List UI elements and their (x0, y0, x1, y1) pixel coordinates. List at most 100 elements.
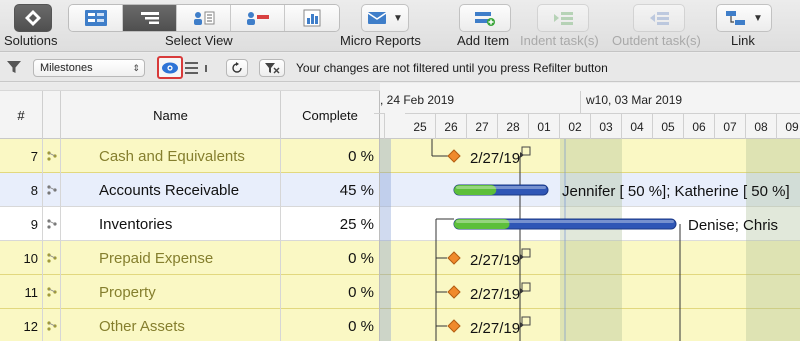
clear-filter-button[interactable] (259, 59, 285, 77)
add-item-button[interactable] (459, 4, 511, 32)
resource-assignment-label: Jennifer [ 50 %]; Katherine [ 50 %] (562, 183, 790, 200)
filter-select[interactable]: Milestones ⇕ (33, 59, 145, 77)
solutions-group (14, 4, 52, 32)
main-toolbar: Solutions Select View ▼ Micro Reports Ad… (0, 0, 800, 52)
week-label-2: w10, 03 Mar 2019 (586, 93, 683, 107)
app-window: Solutions Select View ▼ Micro Reports Ad… (0, 0, 800, 341)
refilter-button[interactable] (226, 59, 248, 77)
task-name-cell[interactable]: Inventories (61, 207, 281, 241)
micro-reports-group: ▼ (361, 4, 409, 32)
drag-handle-icon (46, 253, 57, 263)
table-row[interactable]: 7 Cash and Equivalents 0 % (0, 139, 380, 173)
task-name-cell[interactable]: Accounts Receivable (61, 173, 281, 207)
row-indicator[interactable] (43, 241, 61, 275)
timescale-day: 27 (467, 113, 498, 139)
chevron-down-icon: ▼ (753, 12, 763, 24)
indent-button[interactable] (537, 4, 589, 32)
table-row[interactable]: 12 Other Assets 0 % (0, 309, 380, 341)
milestone-diamond[interactable] (447, 285, 461, 299)
timescale-day: 09 (777, 113, 800, 139)
complete-cell[interactable]: 0 % (281, 275, 380, 309)
table-header: # Name Complete (0, 83, 380, 139)
row-indicator[interactable] (43, 309, 61, 341)
header-name[interactable]: Name (61, 91, 281, 139)
micro-reports-button[interactable]: ▼ (361, 4, 409, 32)
filter-select-value: Milestones (40, 62, 93, 74)
select-view-group (68, 4, 340, 32)
complete-cell[interactable]: 0 % (281, 241, 380, 275)
hierarchy-toggle[interactable] (184, 60, 214, 81)
view-resource-usage-button[interactable] (231, 5, 285, 31)
timescale-day: 07 (715, 113, 746, 139)
table-row[interactable]: 10 Prepaid Expense 0 % (0, 241, 380, 275)
task-name-cell[interactable]: Other Assets (61, 309, 281, 341)
task-name-cell[interactable]: Prepaid Expense (61, 241, 281, 275)
complete-cell[interactable]: 25 % (281, 207, 380, 241)
select-view-label: Select View (165, 33, 233, 48)
table-row[interactable]: 9 Inventories 25 % (0, 207, 380, 241)
timescale-day: 02 (560, 113, 591, 139)
row-indicator[interactable] (43, 275, 61, 309)
drag-handle-icon (46, 219, 57, 229)
solutions-button[interactable] (14, 4, 52, 32)
timescale-day: 08 (746, 113, 777, 139)
row-indicator[interactable] (43, 207, 61, 241)
link-button[interactable]: ▼ (716, 4, 772, 32)
outdent-icon (650, 12, 669, 25)
header-num[interactable]: # (0, 91, 43, 139)
note-icon (521, 316, 531, 326)
complete-cell[interactable]: 0 % (281, 139, 380, 173)
note-icon (521, 248, 531, 258)
timescale-day: 26 (436, 113, 467, 139)
resource-sheet-icon (193, 11, 214, 25)
complete-cell[interactable]: 0 % (281, 309, 380, 341)
note-icon (521, 282, 531, 292)
link-label: Link (731, 33, 755, 48)
row-number: 11 (0, 275, 43, 309)
resource-assignment-label: Denise; Chris (688, 217, 778, 234)
drag-handle-icon (46, 185, 57, 195)
indent-icon (554, 12, 573, 25)
add-item-group (459, 4, 511, 32)
gantt-chart-area: 2/27/19 2/27/19 2/27/19 2/27/19 Jennifer [ 5… (380, 139, 800, 341)
milestone-date-label: 2/27/19 (470, 150, 520, 167)
link-icon (726, 11, 746, 25)
header-complete[interactable]: Complete (281, 91, 380, 139)
task-name-cell[interactable]: Property (61, 275, 281, 309)
timescale-day: 25 (405, 113, 436, 139)
envelope-icon (367, 12, 387, 24)
outdent-button[interactable] (633, 4, 685, 32)
filter-icon[interactable] (6, 59, 22, 75)
header-icon-col[interactable] (43, 91, 61, 139)
gantt-view-icon (84, 10, 107, 26)
week-divider (580, 91, 581, 113)
view-resources-button[interactable] (177, 5, 231, 31)
milestone-diamond[interactable] (447, 319, 461, 333)
milestone-diamond[interactable] (447, 149, 461, 163)
show-filtered-eye-button[interactable] (157, 56, 183, 79)
solutions-label: Solutions (4, 33, 58, 48)
row-number: 7 (0, 139, 43, 173)
row-number: 8 (0, 173, 43, 207)
week-label-1: , 24 Feb 2019 (380, 93, 455, 107)
view-dashboard-button[interactable] (285, 5, 339, 31)
eye-icon (162, 62, 178, 73)
milestone-date-label: 2/27/19 (470, 252, 520, 269)
milestone-diamond[interactable] (447, 251, 461, 265)
link-group: ▼ (716, 4, 772, 32)
resource-usage-icon (246, 12, 269, 25)
row-indicator[interactable] (43, 173, 61, 207)
add-item-icon (475, 12, 495, 26)
indent-group (537, 4, 589, 32)
view-outline-button[interactable] (123, 5, 177, 31)
select-view-segmented (68, 4, 340, 32)
milestone-date-label: 2/27/19 (470, 286, 520, 303)
row-indicator[interactable] (43, 139, 61, 173)
complete-cell[interactable]: 45 % (281, 173, 380, 207)
table-row[interactable]: 11 Property 0 % (0, 275, 380, 309)
view-gantt-button[interactable] (69, 5, 123, 31)
updown-chevron-icon: ⇕ (132, 63, 140, 73)
table-row[interactable]: 8 Accounts Receivable 45 % (0, 173, 380, 207)
timescale-day: 28 (498, 113, 529, 139)
task-name-cell[interactable]: Cash and Equivalents (61, 139, 281, 173)
